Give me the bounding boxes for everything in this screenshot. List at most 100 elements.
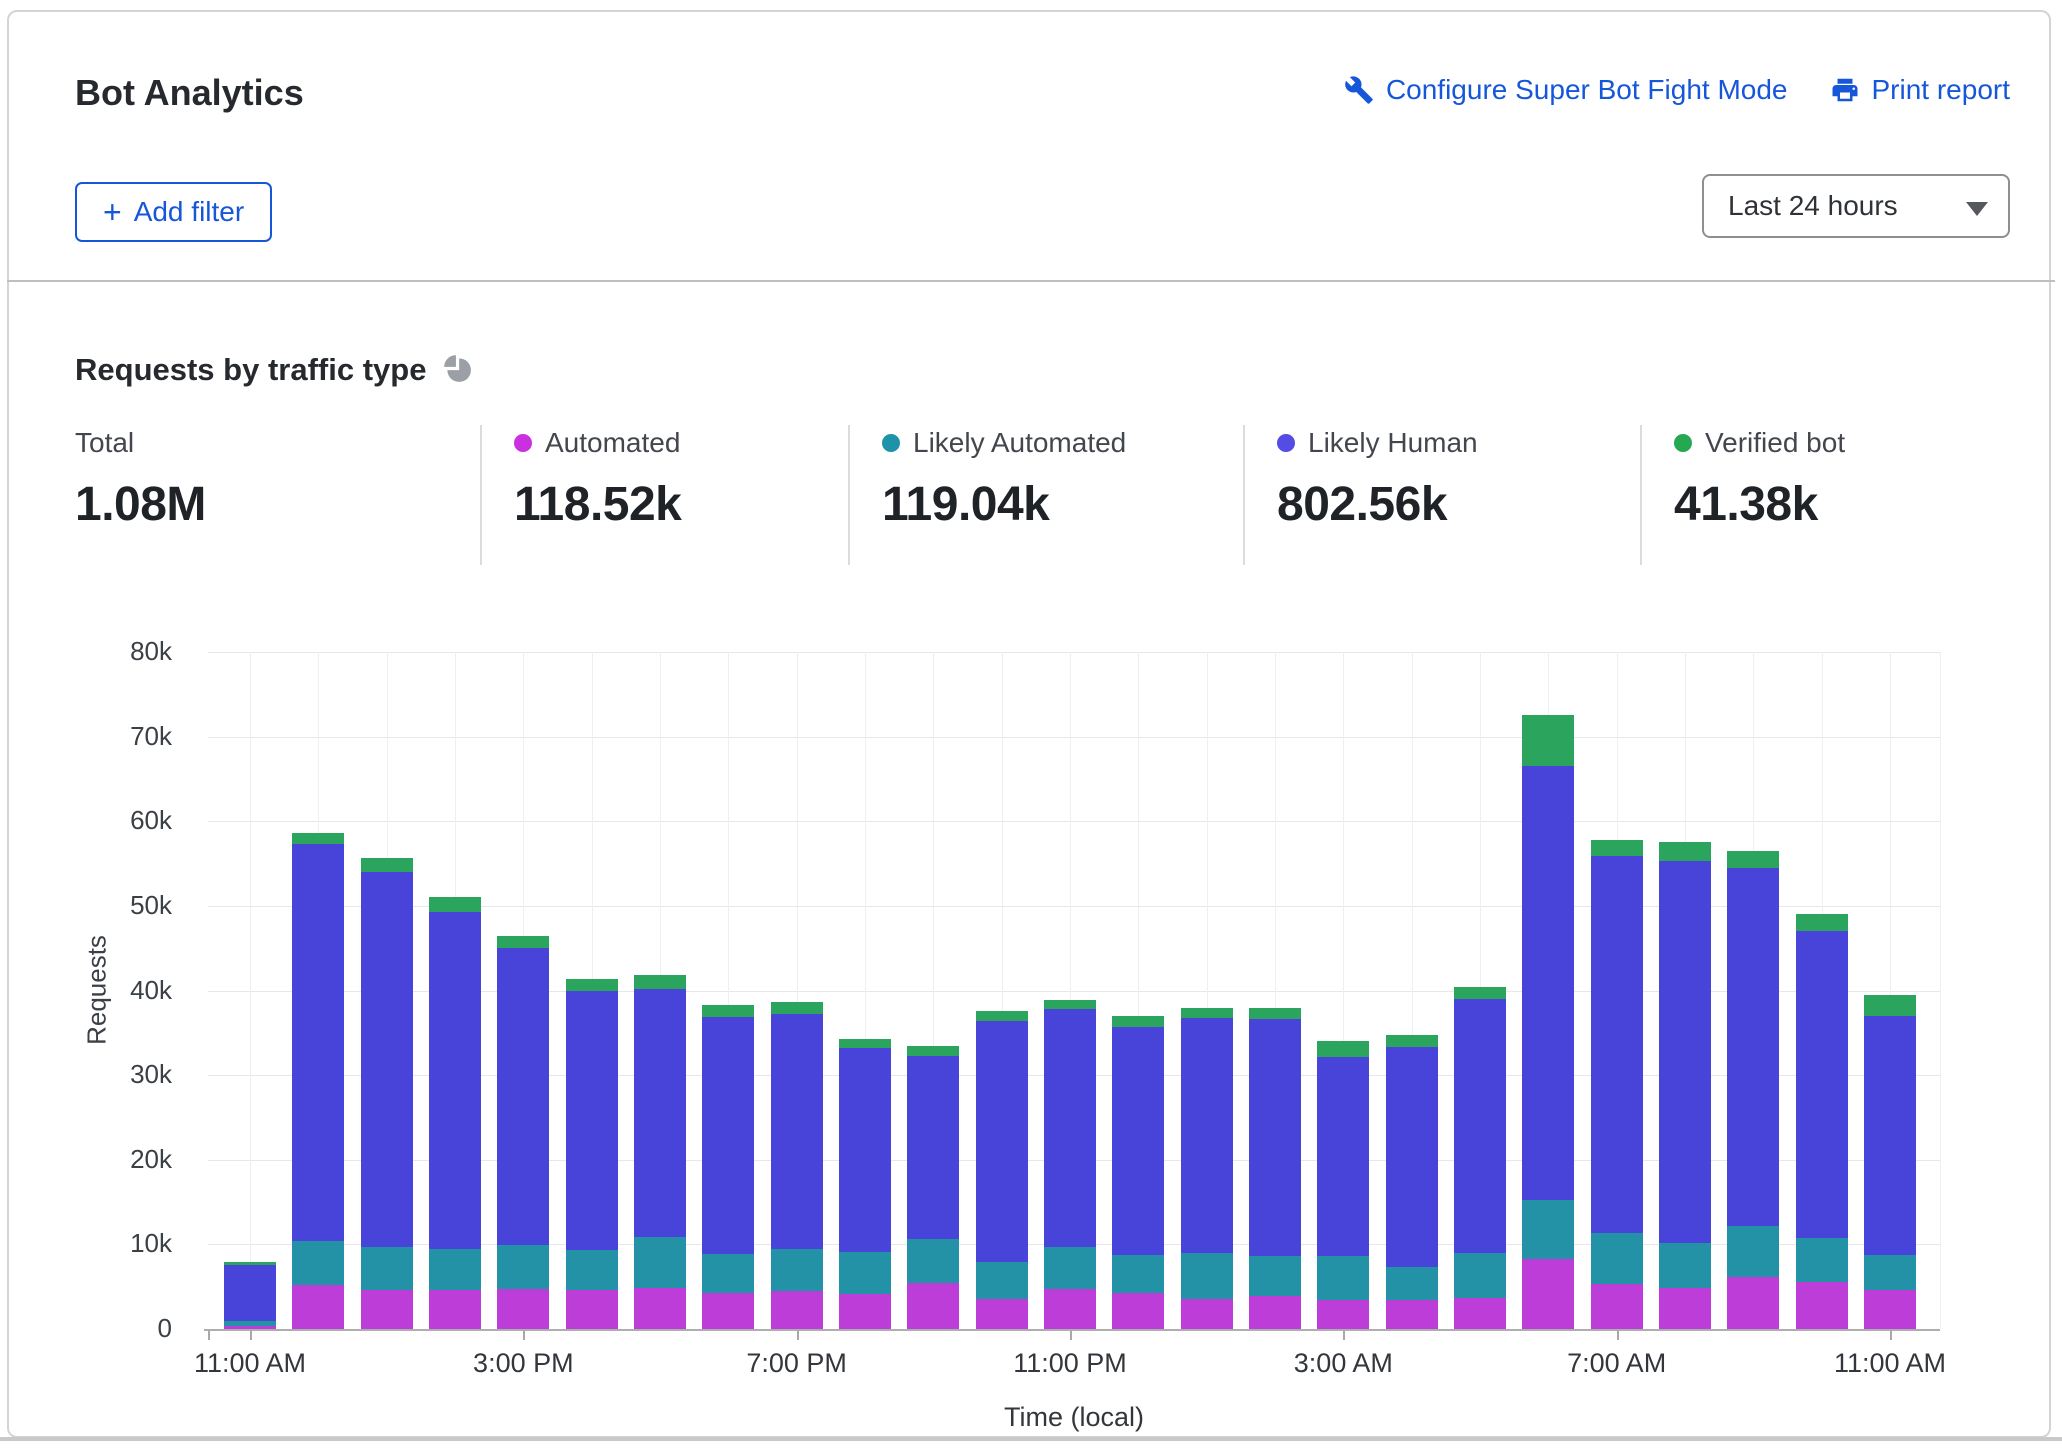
bar-segment-verified-bot[interactable]	[1181, 1008, 1233, 1017]
bar-segment-verified-bot[interactable]	[1386, 1035, 1438, 1047]
bar-segment-verified-bot[interactable]	[1249, 1008, 1301, 1019]
bar-segment-likely-human[interactable]	[839, 1048, 891, 1252]
bar-segment-verified-bot[interactable]	[907, 1046, 959, 1055]
bar-segment-verified-bot[interactable]	[361, 858, 413, 872]
bar-segment-likely-automated[interactable]	[1249, 1256, 1301, 1296]
bar-segment-likely-automated[interactable]	[839, 1252, 891, 1294]
bar-segment-automated[interactable]	[1317, 1300, 1369, 1329]
bar-segment-likely-human[interactable]	[634, 989, 686, 1237]
bar-segment-automated[interactable]	[634, 1288, 686, 1329]
bar-segment-likely-human[interactable]	[566, 991, 618, 1250]
bar-segment-verified-bot[interactable]	[1796, 914, 1848, 931]
bar-segment-likely-human[interactable]	[1181, 1018, 1233, 1253]
bar-segment-likely-automated[interactable]	[1796, 1238, 1848, 1283]
bar-segment-likely-automated[interactable]	[1727, 1226, 1779, 1277]
bar-segment-likely-human[interactable]	[702, 1017, 754, 1254]
bar-segment-likely-automated[interactable]	[361, 1247, 413, 1290]
bar-segment-verified-bot[interactable]	[1044, 1000, 1096, 1009]
bar-segment-verified-bot[interactable]	[1727, 851, 1779, 868]
bar-segment-verified-bot[interactable]	[224, 1262, 276, 1265]
bar-segment-likely-human[interactable]	[1044, 1009, 1096, 1247]
bar-segment-automated[interactable]	[1796, 1282, 1848, 1329]
bar-segment-automated[interactable]	[907, 1283, 959, 1329]
bar-segment-automated[interactable]	[1249, 1296, 1301, 1329]
bar-segment-automated[interactable]	[1727, 1277, 1779, 1329]
bar-segment-likely-human[interactable]	[1317, 1057, 1369, 1256]
bar-segment-automated[interactable]	[702, 1293, 754, 1329]
bar-segment-automated[interactable]	[1591, 1284, 1643, 1329]
bar-segment-verified-bot[interactable]	[976, 1011, 1028, 1021]
bar-segment-likely-automated[interactable]	[771, 1249, 823, 1290]
bar-segment-automated[interactable]	[566, 1290, 618, 1329]
bar-segment-automated[interactable]	[1522, 1259, 1574, 1329]
bar-segment-likely-human[interactable]	[1864, 1016, 1916, 1255]
bar-segment-verified-bot[interactable]	[1659, 842, 1711, 861]
bar-segment-likely-human[interactable]	[1386, 1047, 1438, 1267]
bar-segment-verified-bot[interactable]	[1591, 840, 1643, 856]
bar-segment-verified-bot[interactable]	[702, 1005, 754, 1017]
bar-segment-automated[interactable]	[497, 1289, 549, 1329]
bar-segment-likely-human[interactable]	[1659, 861, 1711, 1243]
bar-segment-verified-bot[interactable]	[1454, 987, 1506, 999]
bar-segment-likely-human[interactable]	[292, 844, 344, 1241]
bar-segment-likely-automated[interactable]	[497, 1245, 549, 1289]
bar-segment-likely-human[interactable]	[976, 1021, 1028, 1262]
bar-segment-likely-human[interactable]	[497, 948, 549, 1245]
bar-segment-verified-bot[interactable]	[1112, 1016, 1164, 1027]
bar-segment-verified-bot[interactable]	[497, 936, 549, 948]
bar-segment-verified-bot[interactable]	[292, 833, 344, 844]
bar-segment-likely-automated[interactable]	[1044, 1247, 1096, 1289]
bar-segment-likely-automated[interactable]	[1591, 1233, 1643, 1284]
bar-segment-likely-human[interactable]	[1796, 931, 1848, 1237]
bar-segment-likely-automated[interactable]	[1112, 1255, 1164, 1293]
bar-segment-likely-automated[interactable]	[702, 1254, 754, 1293]
bar-segment-likely-automated[interactable]	[1386, 1267, 1438, 1300]
bar-segment-verified-bot[interactable]	[1522, 715, 1574, 766]
bar-segment-automated[interactable]	[1181, 1299, 1233, 1329]
bar-segment-automated[interactable]	[1112, 1293, 1164, 1329]
bar-segment-likely-human[interactable]	[907, 1056, 959, 1240]
bar-segment-likely-human[interactable]	[224, 1265, 276, 1322]
bar-segment-verified-bot[interactable]	[429, 897, 481, 911]
bar-segment-likely-automated[interactable]	[1454, 1253, 1506, 1298]
bar-segment-likely-human[interactable]	[1454, 999, 1506, 1253]
bar-segment-likely-human[interactable]	[361, 872, 413, 1247]
bar-segment-verified-bot[interactable]	[771, 1002, 823, 1014]
bar-segment-likely-automated[interactable]	[1659, 1243, 1711, 1289]
bar-segment-automated[interactable]	[839, 1294, 891, 1329]
bar-segment-automated[interactable]	[1454, 1298, 1506, 1329]
time-range-dropdown[interactable]: Last 24 hours	[1702, 174, 2010, 238]
bar-segment-likely-automated[interactable]	[976, 1262, 1028, 1299]
configure-super-bot-fight-mode-link[interactable]: Configure Super Bot Fight Mode	[1344, 74, 1788, 106]
bar-segment-likely-human[interactable]	[1727, 868, 1779, 1226]
bar-segment-likely-automated[interactable]	[224, 1321, 276, 1325]
bar-segment-likely-automated[interactable]	[429, 1249, 481, 1290]
bar-segment-likely-human[interactable]	[429, 912, 481, 1249]
print-report-link[interactable]: Print report	[1830, 74, 2011, 106]
bar-segment-likely-human[interactable]	[1591, 856, 1643, 1233]
bar-segment-verified-bot[interactable]	[1317, 1041, 1369, 1057]
bar-segment-likely-human[interactable]	[1112, 1027, 1164, 1255]
bar-segment-automated[interactable]	[976, 1299, 1028, 1329]
bar-segment-likely-automated[interactable]	[1317, 1256, 1369, 1300]
bar-segment-likely-human[interactable]	[1249, 1019, 1301, 1256]
bar-segment-verified-bot[interactable]	[1864, 995, 1916, 1016]
add-filter-button[interactable]: + Add filter	[75, 182, 272, 242]
bar-segment-likely-automated[interactable]	[566, 1250, 618, 1290]
bar-segment-verified-bot[interactable]	[839, 1039, 891, 1048]
bar-segment-likely-automated[interactable]	[1181, 1253, 1233, 1299]
bar-segment-automated[interactable]	[1864, 1290, 1916, 1329]
bar-segment-likely-automated[interactable]	[292, 1241, 344, 1285]
bar-segment-automated[interactable]	[292, 1285, 344, 1329]
bar-segment-verified-bot[interactable]	[566, 979, 618, 991]
bar-segment-likely-automated[interactable]	[907, 1239, 959, 1283]
bar-segment-likely-human[interactable]	[771, 1014, 823, 1249]
bar-segment-automated[interactable]	[1044, 1289, 1096, 1329]
bar-segment-likely-automated[interactable]	[1864, 1255, 1916, 1291]
bar-segment-likely-automated[interactable]	[1522, 1200, 1574, 1258]
bar-segment-likely-automated[interactable]	[634, 1237, 686, 1288]
bar-segment-verified-bot[interactable]	[634, 975, 686, 989]
bar-segment-automated[interactable]	[1659, 1288, 1711, 1329]
bar-segment-automated[interactable]	[771, 1291, 823, 1329]
bar-segment-automated[interactable]	[361, 1290, 413, 1329]
